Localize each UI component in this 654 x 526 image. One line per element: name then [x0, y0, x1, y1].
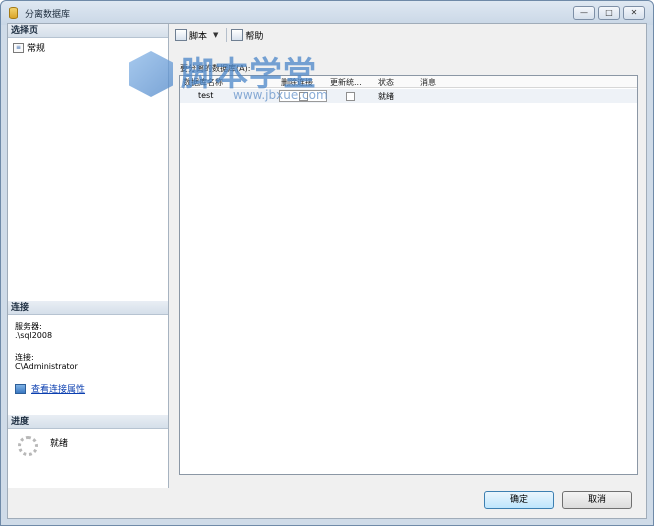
- detach-database-dialog: 分离数据库 — □ ✕ 选择页 ≡ 常规 连接 服务器: .\sql2008 连…: [0, 0, 654, 526]
- script-label: 脚本: [189, 31, 208, 42]
- page-icon: ≡: [13, 42, 24, 53]
- sidebar-item-general[interactable]: ≡ 常规: [13, 41, 45, 54]
- status-cell: 就绪: [378, 92, 394, 101]
- maximize-button[interactable]: □: [598, 6, 620, 20]
- close-button[interactable]: ✕: [623, 6, 645, 20]
- title-bar: 分离数据库 — □ ✕: [1, 1, 653, 25]
- minimize-button[interactable]: —: [573, 6, 595, 20]
- view-connection-properties-link[interactable]: 查看连接属性: [15, 382, 85, 395]
- connection-header: 连接: [8, 301, 168, 315]
- properties-icon: [15, 383, 26, 394]
- progress-spinner-icon: [18, 436, 38, 456]
- help-button[interactable]: 帮助: [231, 29, 263, 42]
- help-label: 帮助: [245, 31, 264, 42]
- column-header-update-stats[interactable]: 更新统...: [330, 77, 362, 88]
- toolbar: 脚本 ▼ 帮助: [175, 28, 263, 42]
- select-page-header: 选择页: [8, 24, 168, 38]
- server-label: 服务器:: [15, 322, 42, 331]
- update-stats-checkbox[interactable]: [346, 92, 355, 101]
- progress-status: 就绪: [50, 439, 69, 449]
- help-icon: [231, 29, 244, 41]
- view-connection-properties-label[interactable]: 查看连接属性: [31, 382, 85, 395]
- cancel-button[interactable]: 取消: [562, 491, 632, 509]
- column-header-message[interactable]: 消息: [420, 77, 436, 88]
- connection-label: 连接:: [15, 353, 34, 362]
- toolbar-divider: [226, 28, 228, 42]
- server-value: .\sql2008: [15, 331, 53, 340]
- connection-value: C\Administrator: [15, 362, 78, 371]
- script-button[interactable]: 脚本: [175, 29, 207, 42]
- window-title: 分离数据库: [25, 10, 71, 20]
- window-controls: — □ ✕: [573, 6, 645, 20]
- progress-header: 进度: [8, 415, 168, 429]
- script-dropdown-icon[interactable]: ▼: [213, 31, 218, 39]
- column-header-status[interactable]: 状态: [378, 77, 394, 88]
- ok-button[interactable]: 确定: [484, 491, 554, 509]
- databases-grid[interactable]: 数据库名称 删除连接 更新统... 状态 消息 test 就绪: [179, 75, 638, 475]
- database-icon: [9, 7, 18, 19]
- script-icon: [175, 29, 187, 41]
- sidebar-item-label: 常规: [27, 44, 46, 54]
- watermark-url: www.jbxue.com: [233, 88, 328, 102]
